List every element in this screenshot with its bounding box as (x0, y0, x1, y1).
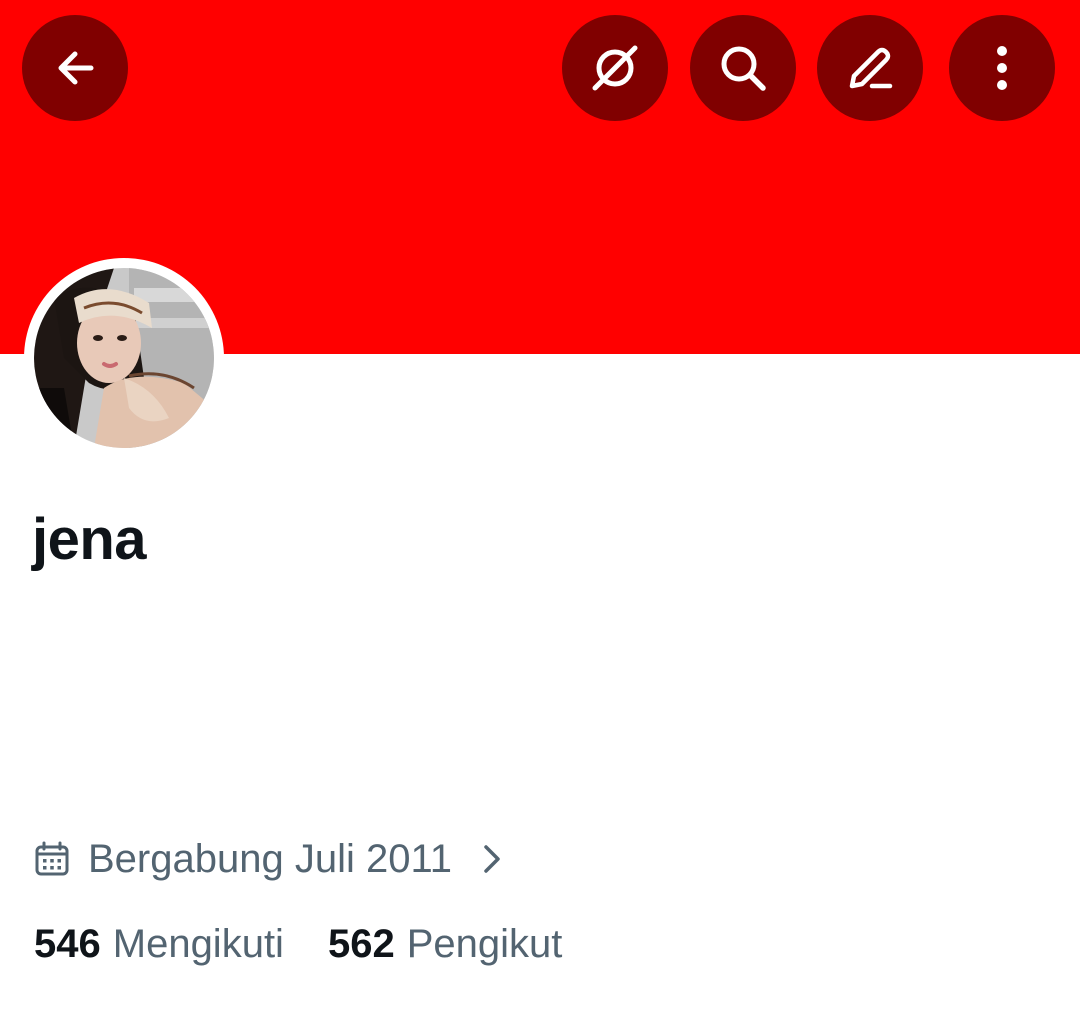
more-options-button[interactable] (949, 15, 1055, 121)
profile-page: jena Bergabung Juli 2011 546 Mengikuti 5… (0, 0, 1080, 1014)
calendar-icon (35, 841, 69, 876)
search-button[interactable] (690, 15, 796, 121)
following-label: Mengikuti (112, 922, 284, 966)
display-name: jena (32, 507, 147, 572)
follow-stats: 546 Mengikuti 562 Pengikut (34, 916, 562, 972)
followers-count: 562 (327, 922, 395, 966)
grok-button[interactable] (562, 15, 668, 121)
following-count: 546 (34, 922, 101, 966)
profile-photo (34, 268, 214, 448)
pencil-icon (849, 47, 893, 89)
more-vertical-icon (997, 46, 1007, 90)
grok-icon (592, 45, 638, 91)
avatar-ring (24, 258, 224, 458)
followers-label: Pengikut (406, 922, 563, 966)
chevron-right-icon[interactable] (478, 841, 506, 877)
followers-link[interactable]: 562 Pengikut (328, 916, 562, 972)
joined-date: Bergabung Juli 2011 (88, 837, 452, 881)
search-icon (721, 46, 766, 91)
back-button[interactable] (22, 15, 128, 121)
joined-row[interactable]: Bergabung Juli 2011 (34, 832, 506, 886)
back-arrow-icon (58, 51, 94, 85)
avatar[interactable] (34, 268, 214, 448)
bio-area (32, 590, 1032, 790)
edit-profile-button[interactable] (817, 15, 923, 121)
following-link[interactable]: 546 Mengikuti (34, 916, 284, 972)
